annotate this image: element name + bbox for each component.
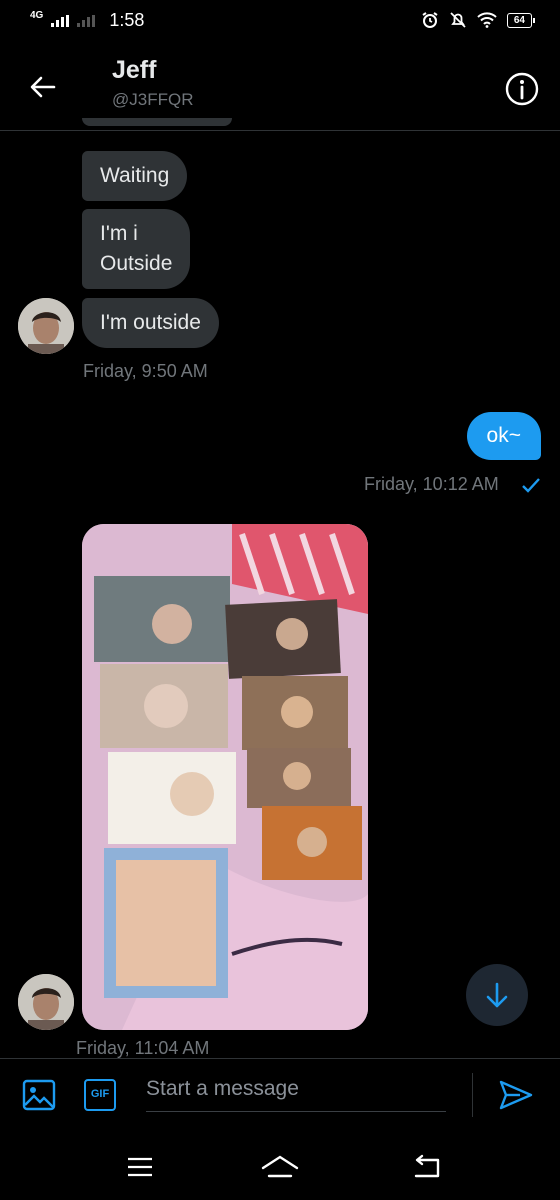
- received-message[interactable]: Waiting: [82, 151, 188, 201]
- info-icon[interactable]: [505, 72, 539, 106]
- gif-button[interactable]: GIF: [84, 1079, 116, 1111]
- status-bar: 4G 1:58 64: [0, 0, 560, 44]
- alarm-icon: [422, 12, 438, 28]
- checkmark-icon: [522, 478, 540, 493]
- clock: 1:58: [109, 10, 145, 30]
- photo-image: [82, 524, 368, 1030]
- back-nav-icon[interactable]: [412, 1154, 442, 1180]
- home-icon[interactable]: [260, 1154, 300, 1180]
- send-icon[interactable]: [498, 1079, 534, 1111]
- sent-message[interactable]: ok~: [466, 412, 541, 460]
- received-message[interactable]: I'm outside: [82, 298, 219, 348]
- image-icon[interactable]: [22, 1079, 56, 1111]
- message-timestamp: Friday, 11:04 AM: [76, 1038, 210, 1058]
- message-line: I'm i: [100, 222, 138, 245]
- scroll-to-bottom-button[interactable]: [466, 964, 528, 1026]
- photo-message[interactable]: [82, 524, 368, 1030]
- message-timestamp: Friday, 9:50 AM: [83, 361, 208, 381]
- avatar[interactable]: [18, 298, 74, 354]
- wifi-icon: [477, 12, 497, 28]
- back-arrow-icon[interactable]: [28, 72, 58, 102]
- arrow-down-icon: [486, 982, 508, 1008]
- composer-divider: [472, 1073, 473, 1117]
- received-message[interactable]: I'm i Outside: [82, 209, 191, 289]
- system-navigation-bar: [0, 1128, 560, 1200]
- avatar[interactable]: [18, 974, 74, 1030]
- contact-handle[interactable]: @J3FFQR: [112, 90, 193, 110]
- battery-icon: 64: [506, 12, 536, 28]
- message-bubble-partial: [82, 118, 232, 126]
- contact-name[interactable]: Jeff: [112, 56, 156, 85]
- message-input[interactable]: Start a message: [146, 1077, 446, 1112]
- signal-icon: [51, 14, 70, 27]
- notifications-off-icon: [450, 12, 466, 28]
- message-line: Outside: [100, 252, 173, 275]
- menu-icon[interactable]: [126, 1156, 154, 1178]
- network-type: 4G: [30, 10, 44, 21]
- signal-icon-secondary: [77, 14, 96, 27]
- message-composer: GIF Start a message: [0, 1058, 560, 1129]
- message-timestamp: Friday, 10:12 AM: [364, 474, 499, 494]
